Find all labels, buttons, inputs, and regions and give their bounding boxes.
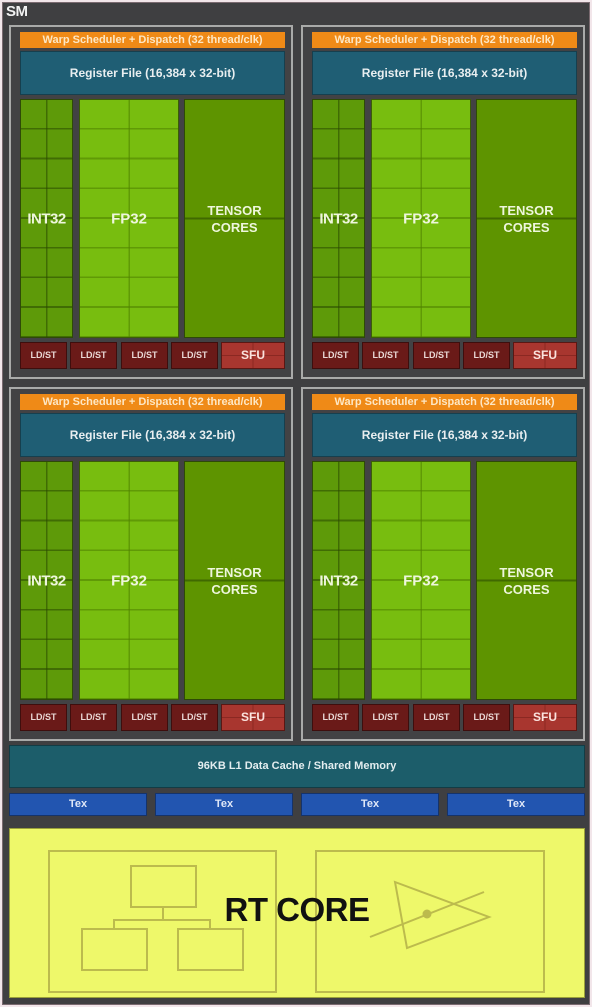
register-file: Register File (16,384 x 32-bit): [20, 413, 285, 457]
warp-scheduler-dispatch: Warp Scheduler + Dispatch (32 thread/clk…: [312, 32, 577, 48]
sfu-unit: SFU: [221, 342, 285, 369]
processing-block: Warp Scheduler + Dispatch (32 thread/clk…: [301, 25, 585, 379]
fp32-label: FP32: [111, 572, 147, 589]
fp32-units: FP32: [371, 99, 471, 338]
tensor-label-line1: TENSOR: [207, 564, 262, 580]
register-file: Register File (16,384 x 32-bit): [20, 51, 285, 95]
ld-st-unit: LD/ST: [312, 704, 359, 731]
tensor-cores: TENSOR CORES: [476, 461, 577, 700]
ld-st-unit: LD/ST: [70, 704, 117, 731]
sfu-unit: SFU: [221, 704, 285, 731]
tensor-cores-label: TENSOR CORES: [185, 564, 284, 598]
ld-st-unit: LD/ST: [463, 704, 510, 731]
int32-label: INT32: [27, 210, 66, 227]
ld-st-unit: LD/ST: [463, 342, 510, 369]
int32-label: INT32: [319, 572, 358, 589]
int32-units: INT32: [312, 461, 365, 700]
ld-st-unit: LD/ST: [413, 342, 460, 369]
tensor-cores: TENSOR CORES: [476, 99, 577, 338]
tensor-label-line2: CORES: [503, 219, 550, 235]
register-file: Register File (16,384 x 32-bit): [312, 51, 577, 95]
processing-block: Warp Scheduler + Dispatch (32 thread/clk…: [9, 387, 293, 741]
int32-units: INT32: [20, 461, 73, 700]
tensor-label-line2: CORES: [211, 581, 258, 597]
sfu-unit: SFU: [513, 704, 577, 731]
fp32-units: FP32: [79, 99, 179, 338]
l1-data-cache-shared-memory: 96KB L1 Data Cache / Shared Memory: [9, 745, 585, 788]
sm-title: SM: [6, 3, 28, 20]
processing-block: Warp Scheduler + Dispatch (32 thread/clk…: [301, 387, 585, 741]
tensor-label-line1: TENSOR: [499, 202, 554, 218]
ld-st-unit: LD/ST: [20, 342, 67, 369]
sfu-unit: SFU: [513, 342, 577, 369]
ld-st-unit: LD/ST: [20, 704, 67, 731]
fp32-units: FP32: [371, 461, 471, 700]
tensor-label-line1: TENSOR: [499, 564, 554, 580]
rt-core: RT CORE: [9, 828, 585, 998]
ld-st-unit: LD/ST: [121, 704, 168, 731]
ld-st-unit: LD/ST: [70, 342, 117, 369]
tensor-label-line1: TENSOR: [207, 202, 262, 218]
int32-units: INT32: [20, 99, 73, 338]
tensor-cores: TENSOR CORES: [184, 99, 285, 338]
ld-st-unit: LD/ST: [362, 342, 409, 369]
fp32-label: FP32: [403, 210, 439, 227]
ld-st-unit: LD/ST: [121, 342, 168, 369]
ld-st-unit: LD/ST: [171, 342, 218, 369]
int32-units: INT32: [312, 99, 365, 338]
tensor-label-line2: CORES: [503, 581, 550, 597]
tex-unit: Tex: [9, 793, 147, 816]
tex-unit: Tex: [155, 793, 293, 816]
register-file: Register File (16,384 x 32-bit): [312, 413, 577, 457]
ld-st-unit: LD/ST: [413, 704, 460, 731]
rt-core-label: RT CORE: [224, 891, 371, 928]
tex-unit: Tex: [301, 793, 439, 816]
warp-scheduler-dispatch: Warp Scheduler + Dispatch (32 thread/clk…: [312, 394, 577, 410]
fp32-label: FP32: [403, 572, 439, 589]
tensor-cores: TENSOR CORES: [184, 461, 285, 700]
warp-scheduler-dispatch: Warp Scheduler + Dispatch (32 thread/clk…: [20, 394, 285, 410]
tex-unit: Tex: [447, 793, 585, 816]
tensor-cores-label: TENSOR CORES: [185, 202, 284, 236]
ld-st-unit: LD/ST: [362, 704, 409, 731]
fp32-units: FP32: [79, 461, 179, 700]
tensor-cores-label: TENSOR CORES: [477, 564, 576, 598]
fp32-label: FP32: [111, 210, 147, 227]
tensor-label-line2: CORES: [211, 219, 258, 235]
int32-label: INT32: [27, 572, 66, 589]
ld-st-unit: LD/ST: [312, 342, 359, 369]
int32-label: INT32: [319, 210, 358, 227]
processing-block: Warp Scheduler + Dispatch (32 thread/clk…: [9, 25, 293, 379]
ld-st-unit: LD/ST: [171, 704, 218, 731]
warp-scheduler-dispatch: Warp Scheduler + Dispatch (32 thread/clk…: [20, 32, 285, 48]
tensor-cores-label: TENSOR CORES: [477, 202, 576, 236]
